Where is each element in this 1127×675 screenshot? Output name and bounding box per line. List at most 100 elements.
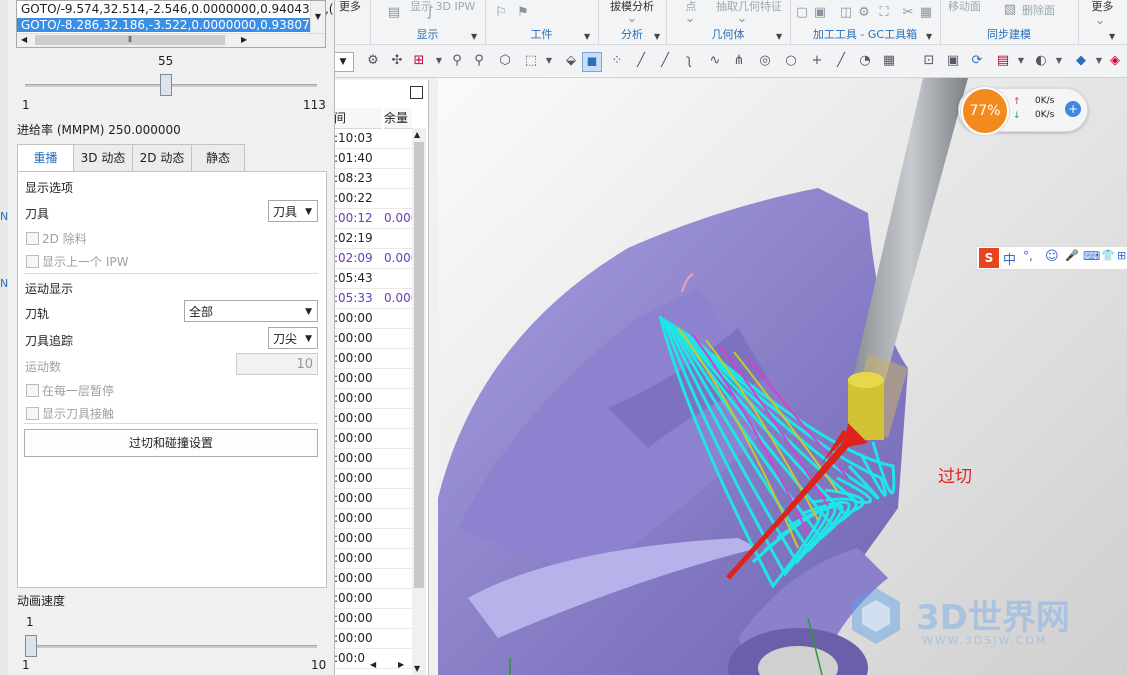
rect-select-icon[interactable]: ⬚	[522, 52, 540, 70]
motion-count-input[interactable]: 10	[236, 353, 318, 375]
table-row[interactable]: :00:00	[334, 408, 414, 429]
chevron-down-icon[interactable]: ▼	[654, 32, 662, 41]
table-row[interactable]: :00:00	[334, 448, 414, 469]
show-prev-ipw-checkbox[interactable]	[26, 255, 39, 268]
chevron-down-icon[interactable]: ⌄	[1092, 14, 1108, 28]
goto-line-selected[interactable]: GOTO/-8.286,32.186,-3.522,0.0000000,0.93…	[17, 18, 311, 32]
ime-mic-icon[interactable]: 🎤	[1065, 249, 1079, 262]
zoom-fit-icon[interactable]: ⊡	[920, 52, 938, 70]
remove-2d-checkbox[interactable]	[26, 232, 39, 245]
chevron-down-icon[interactable]: ▼	[430, 52, 448, 70]
gc-tool-1-icon[interactable]: ▢	[794, 6, 810, 20]
line2-icon[interactable]: ╱	[656, 52, 674, 70]
gc-tool-2-icon[interactable]: ▣	[812, 6, 828, 20]
chevron-down-icon[interactable]: ▼	[1050, 52, 1068, 70]
table-row[interactable]: :05:33 0.000	[334, 288, 414, 309]
goto-scroll-down-icon[interactable]: ▼	[310, 1, 325, 33]
render-icon[interactable]: ◐	[1032, 52, 1050, 70]
frame-slider-thumb[interactable]	[160, 74, 173, 96]
sogou-logo-icon[interactable]: S	[979, 248, 999, 268]
ime-chinese-mode[interactable]: 中	[1003, 249, 1016, 268]
grid-icon[interactable]: ▦	[880, 52, 898, 70]
scroll-down-icon[interactable]: ▼	[414, 664, 420, 673]
graphics-viewport[interactable]: 77% ↑ ↓ 0K/s 0K/s + S 中 °, ☺ 🎤 ⌨ 👕 ⊞ 过切 …	[438, 78, 1127, 675]
maximize-icon[interactable]	[410, 86, 423, 99]
snap-icon[interactable]: ✣	[388, 52, 406, 70]
table-row[interactable]: :02:09 0.000	[334, 248, 414, 269]
view-icon[interactable]: ▣	[944, 52, 962, 70]
scroll-left-icon[interactable]: ◀	[370, 660, 376, 669]
tab-3d-dynamic[interactable]: 3D 动态	[73, 144, 133, 171]
table-row[interactable]: :02:19	[334, 228, 414, 249]
branch-icon[interactable]: ⋔	[730, 52, 748, 70]
ime-skin-icon[interactable]: 👕	[1101, 249, 1115, 262]
toolpath-select[interactable]: 全部 ▼	[184, 300, 318, 322]
chevron-down-icon[interactable]: ⌄	[624, 12, 640, 26]
flag-icon[interactable]: ⚐	[493, 6, 509, 20]
gc-tool-6-icon[interactable]: ✂	[900, 6, 916, 20]
expand-plus-icon[interactable]: +	[1065, 101, 1081, 117]
delete-face-icon[interactable]: ▧	[1002, 3, 1018, 17]
table-row[interactable]: :00:12 0.000	[334, 208, 414, 229]
shape-icon[interactable]: ◔	[856, 52, 874, 70]
scroll-right-icon[interactable]: ▶	[398, 660, 404, 669]
table-row[interactable]: :00:00	[334, 568, 414, 589]
table-row[interactable]: :00:00	[334, 528, 414, 549]
table-row[interactable]: :00:00	[334, 468, 414, 489]
spline-icon[interactable]: ∿	[706, 52, 724, 70]
hexagon-icon[interactable]: ⬡	[496, 52, 514, 70]
chevron-down-icon[interactable]: ▼	[776, 32, 784, 41]
line-icon[interactable]: ╱	[632, 52, 650, 70]
table-row[interactable]: :10:03	[334, 128, 414, 149]
table-scrollbar[interactable]: ▲ ▼	[412, 128, 426, 675]
table-row[interactable]: :00:00	[334, 308, 414, 329]
chevron-down-icon[interactable]: ⌄	[682, 12, 698, 26]
table-row[interactable]: :00:00	[334, 488, 414, 509]
more-label-right[interactable]: 更多	[1078, 0, 1127, 14]
show-3d-ipw-label[interactable]: 显示 3D IPW	[410, 0, 475, 14]
table-row[interactable]: :00:00	[334, 428, 414, 449]
gouge-collision-settings-button[interactable]: 过切和碰撞设置	[24, 429, 318, 457]
refresh-icon[interactable]: ⟳	[968, 52, 986, 70]
column-header-time[interactable]: 间	[334, 108, 382, 129]
scroll-left-icon[interactable]: ◀	[21, 35, 27, 44]
anim-speed-track[interactable]	[25, 645, 317, 648]
plus-icon[interactable]: +	[808, 52, 826, 70]
ime-toolbar[interactable]: S 中 °, ☺ 🎤 ⌨ 👕 ⊞	[976, 246, 1127, 270]
goto-line[interactable]: GOTO/-9.574,32.514,-2.546,0.0000000,0.94…	[21, 2, 333, 16]
circle-icon[interactable]: ○	[782, 52, 800, 70]
chevron-down-icon[interactable]: ▼	[926, 32, 934, 41]
table-row[interactable]: :00:00	[334, 588, 414, 609]
cube-outline-icon[interactable]: ⬙	[562, 52, 580, 70]
arrow-flag-icon[interactable]: ⚑	[515, 6, 531, 20]
ime-punctuation[interactable]: °,	[1023, 249, 1033, 263]
display-ipw-icon[interactable]: ▤	[386, 6, 402, 20]
anim-speed-thumb[interactable]	[25, 635, 37, 657]
ribbon-group-more[interactable]: 更多	[330, 0, 371, 44]
ime-grid-icon[interactable]: ⊞	[1117, 249, 1126, 262]
delete-face-label[interactable]: 删除面	[1022, 2, 1055, 18]
chevron-down-icon[interactable]: ▼	[1109, 32, 1117, 41]
filter-dropdown[interactable]: ▼	[332, 52, 354, 72]
table-row[interactable]: :08:23	[334, 168, 414, 189]
gc-tool-5-icon[interactable]: ⛶	[876, 6, 892, 20]
tab-static[interactable]: 静态	[191, 144, 245, 171]
chevron-down-icon[interactable]: ▼	[471, 32, 479, 41]
pause-each-layer-checkbox[interactable]	[26, 384, 39, 397]
chevron-down-icon[interactable]: ▼	[584, 32, 592, 41]
cube-view-icon[interactable]: ◆	[1072, 52, 1090, 70]
ime-emoji-icon[interactable]: ☺	[1045, 249, 1059, 264]
column-header-stock[interactable]: 余量	[384, 108, 412, 129]
more-label[interactable]: 更多	[330, 0, 370, 14]
table-row[interactable]: :00:00	[334, 628, 414, 649]
pin2-icon[interactable]: ⚲	[470, 52, 488, 70]
tool-trace-select[interactable]: 刀尖 ▼	[268, 327, 318, 349]
table-row[interactable]: :00:00	[334, 608, 414, 629]
gc-tool-7-icon[interactable]: ▦	[918, 6, 934, 20]
tab-2d-dynamic[interactable]: 2D 动态	[132, 144, 192, 171]
add-icon[interactable]: ⊞	[410, 52, 428, 70]
select-gear-icon[interactable]: ⚙	[364, 52, 382, 70]
pin-icon[interactable]: ⚲	[448, 52, 466, 70]
goto-list[interactable]: GOTO/-9.574,32.514,-2.546,0.0000000,0.94…	[16, 0, 333, 48]
chevron-down-icon[interactable]: ▼	[1012, 52, 1030, 70]
